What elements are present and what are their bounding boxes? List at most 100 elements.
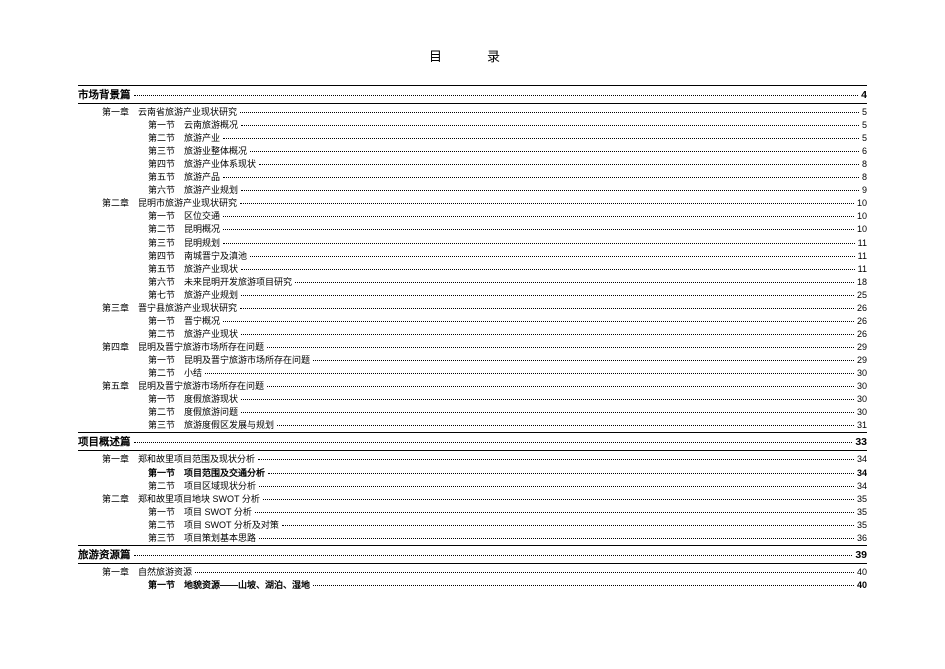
dot-leader — [255, 511, 854, 513]
dot-leader — [205, 372, 854, 374]
toc-row: 第一节 项目范围及交通分析34 — [78, 467, 867, 480]
toc-page: 25 — [857, 289, 867, 302]
dot-leader — [240, 202, 854, 204]
section-rule — [78, 103, 867, 104]
toc-page: 10 — [857, 223, 867, 236]
toc-page: 35 — [857, 506, 867, 519]
toc-row: 第一节 晋宁概况 26 — [78, 315, 867, 328]
toc-page: 36 — [857, 532, 867, 545]
toc-row: 第三节 旅游度假区发展与规划 31 — [78, 419, 867, 432]
dot-leader — [134, 94, 859, 96]
section-rule — [78, 545, 867, 546]
toc-row: 第七节 旅游产业规划25 — [78, 289, 867, 302]
dot-leader — [263, 498, 854, 500]
toc-label: 第一节 晋宁概况 — [78, 315, 220, 328]
dot-leader — [240, 307, 854, 309]
toc-row: 第四节 旅游产业体系现状8 — [78, 158, 867, 171]
toc-label: 第三节 旅游度假区发展与规划 — [78, 419, 274, 432]
toc-row: 第三节 旅游业整体概况6 — [78, 145, 867, 158]
toc-label: 第一节 度假旅游现状 — [78, 393, 238, 406]
table-of-contents: 市场背景篇4第一章 云南省旅游产业现状研究5第一节 云南旅游概况5第二节 旅游产… — [78, 85, 867, 592]
toc-label: 第五节 旅游产品 — [78, 171, 220, 184]
toc-label: 第二节 旅游产业现状 — [78, 328, 238, 341]
toc-row: 第一节 度假旅游现状30 — [78, 393, 867, 406]
dot-leader — [313, 584, 854, 586]
toc-page: 11 — [858, 250, 867, 263]
toc-label: 第一节 昆明及晋宁旅游市场所存在问题 — [78, 354, 310, 367]
toc-page: 35 — [857, 519, 867, 532]
toc-page: 33 — [855, 435, 867, 450]
toc-label: 市场背景篇 — [78, 88, 131, 103]
toc-label: 第五节 旅游产业现状 — [78, 263, 238, 276]
toc-page: 30 — [857, 380, 867, 393]
toc-row: 第三节 项目策划基本思路36 — [78, 532, 867, 545]
toc-label: 第二节 项目区域现状分析 — [78, 480, 256, 493]
dot-leader — [250, 255, 855, 257]
toc-row: 第一章 云南省旅游产业现状研究5 — [78, 106, 867, 119]
toc-row: 第一节 昆明及晋宁旅游市场所存在问题 29 — [78, 354, 867, 367]
section-rule — [78, 85, 867, 86]
dot-leader — [277, 424, 854, 426]
toc-row: 第一章 自然旅游资源40 — [78, 566, 867, 579]
toc-row: 第一节 项目 SWOT 分析35 — [78, 506, 867, 519]
toc-label: 第二节 项目 SWOT 分析及对策 — [78, 519, 279, 532]
toc-page: 9 — [862, 184, 867, 197]
dot-leader — [267, 385, 854, 387]
toc-page: 39 — [855, 548, 867, 563]
toc-page: 5 — [862, 119, 867, 132]
toc-label: 项目概述篇 — [78, 435, 131, 450]
toc-label: 第一节 区位交通 — [78, 210, 220, 223]
toc-row: 第二节 小结 30 — [78, 367, 867, 380]
dot-leader — [241, 398, 854, 400]
toc-row: 第二节 旅游产业 5 — [78, 132, 867, 145]
dot-leader — [282, 524, 854, 526]
dot-leader — [223, 228, 854, 230]
toc-label: 第一节 云南旅游概况 — [78, 119, 238, 132]
dot-leader — [259, 537, 854, 539]
toc-label: 第四章 昆明及晋宁旅游市场所存在问题 — [78, 341, 264, 354]
page: 目 录 市场背景篇4第一章 云南省旅游产业现状研究5第一节 云南旅游概况5第二节… — [0, 0, 945, 632]
toc-label: 第一章 自然旅游资源 — [78, 566, 192, 579]
toc-page: 35 — [857, 493, 867, 506]
dot-leader — [241, 124, 859, 126]
dot-leader — [241, 268, 855, 270]
toc-row: 第一节 地貌资源——山坡、湖泊、湿地40 — [78, 579, 867, 592]
toc-row: 第四章 昆明及晋宁旅游市场所存在问题29 — [78, 341, 867, 354]
toc-row: 项目概述篇 33 — [78, 435, 867, 450]
dot-leader — [259, 163, 859, 165]
toc-label: 第二节 小结 — [78, 367, 202, 380]
toc-label: 旅游资源篇 — [78, 548, 131, 563]
toc-page: 40 — [857, 579, 867, 592]
toc-row: 第五节 旅游产品8 — [78, 171, 867, 184]
toc-label: 第二章 昆明市旅游产业现状研究 — [78, 197, 237, 210]
dot-leader — [240, 111, 859, 113]
dot-leader — [259, 485, 854, 487]
toc-row: 第三章 晋宁县旅游产业现状研究26 — [78, 302, 867, 315]
toc-page: 34 — [857, 453, 867, 466]
toc-page: 18 — [857, 276, 867, 289]
toc-label: 第五章 昆明及晋宁旅游市场所存在问题 — [78, 380, 264, 393]
toc-page: 34 — [857, 467, 867, 480]
dot-leader — [313, 359, 854, 361]
toc-row: 第六节 未来昆明开发旅游项目研究18 — [78, 276, 867, 289]
toc-label: 第四节 南城晋宁及滇池 — [78, 250, 247, 263]
dot-leader — [223, 176, 859, 178]
dot-leader — [134, 554, 853, 556]
dot-leader — [195, 571, 854, 573]
toc-row: 第五节 旅游产业现状11 — [78, 263, 867, 276]
toc-label: 第二节 旅游产业 — [78, 132, 220, 145]
toc-label: 第二节 度假旅游问题 — [78, 406, 238, 419]
toc-label: 第六节 旅游产业规划 — [78, 184, 238, 197]
toc-page: 34 — [857, 480, 867, 493]
toc-page: 26 — [857, 315, 867, 328]
toc-page: 30 — [857, 367, 867, 380]
toc-page: 29 — [857, 354, 867, 367]
toc-page: 31 — [857, 419, 867, 432]
toc-page: 5 — [862, 132, 867, 145]
toc-row: 第二节 项目 SWOT 分析及对策 35 — [78, 519, 867, 532]
toc-page: 30 — [857, 406, 867, 419]
dot-leader — [134, 441, 853, 443]
toc-label: 第二节 昆明概况 — [78, 223, 220, 236]
toc-page: 26 — [857, 328, 867, 341]
toc-row: 第四节 南城晋宁及滇池 11 — [78, 250, 867, 263]
